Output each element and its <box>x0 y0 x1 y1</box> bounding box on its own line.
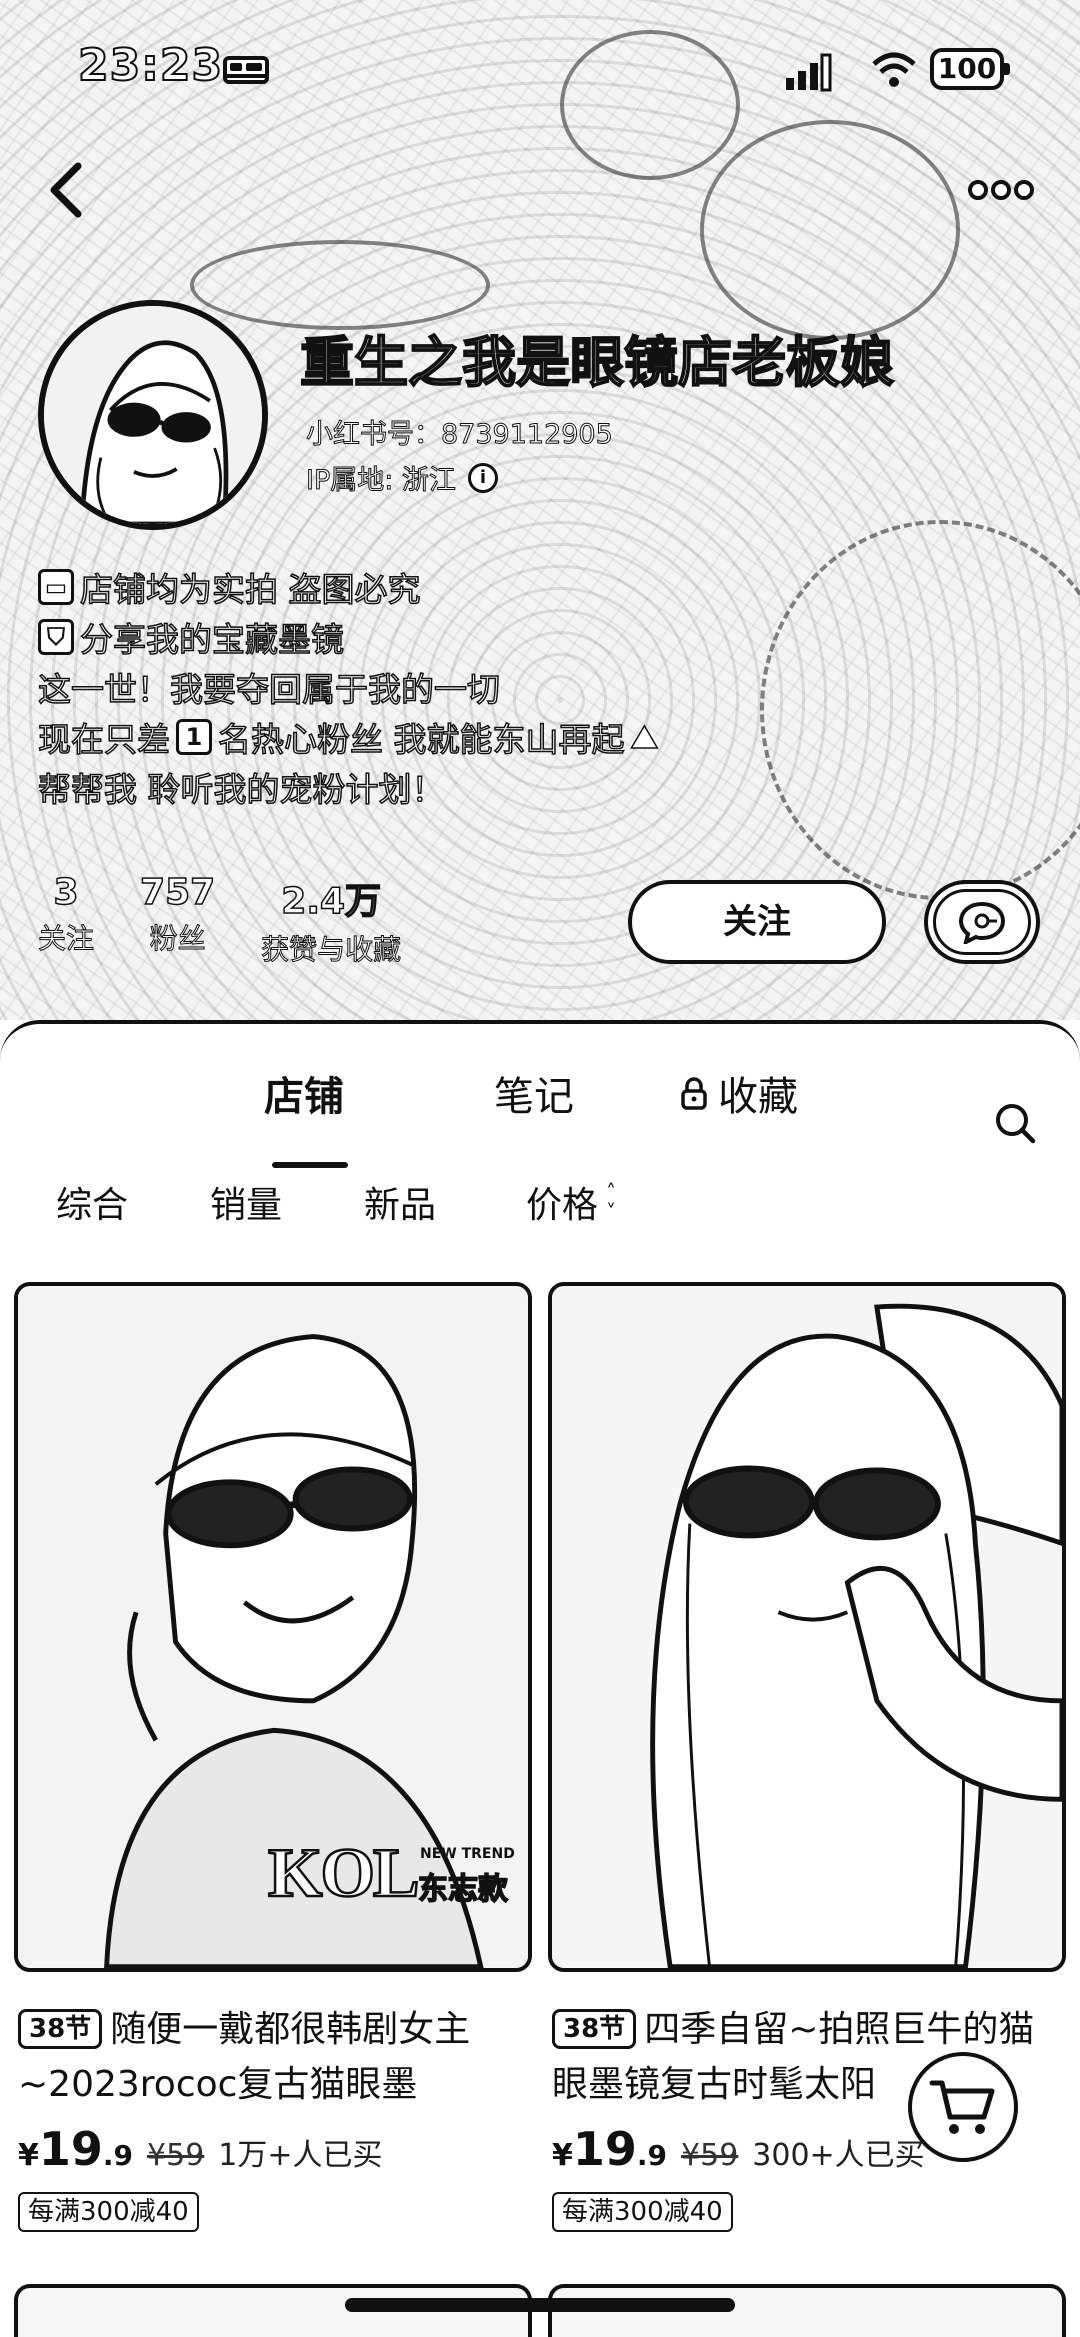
battery-indicator: 100 <box>930 48 1010 90</box>
follow-button[interactable]: 关注 <box>628 880 886 964</box>
bag-emoji-icon: ⛉ <box>38 619 74 655</box>
sort-label: 销量 <box>210 1185 283 1226</box>
avatar-portrait-icon <box>44 306 262 524</box>
lock-icon <box>681 1077 707 1110</box>
bio-text: 帮帮我 聆听我的宠粉计划！ <box>37 769 445 810</box>
stat-label: 获赞与收藏 <box>261 933 402 967</box>
sort-sales[interactable]: 销量 <box>210 1176 282 1228</box>
search-icon[interactable] <box>994 1102 1036 1144</box>
product-image[interactable]: KOL NEW TREND 东志款 <box>14 1282 532 1972</box>
sort-label: 价格 <box>526 1185 599 1226</box>
active-tab-indicator <box>272 1162 348 1168</box>
status-time: 23:23 <box>77 39 224 92</box>
sleep-mode-icon <box>223 56 269 84</box>
profile-bio: ▭ 店铺均为实拍 盗图必究 ⛉ 分享我的宝藏墨镜 这一世！我要夺回属于我的一切 … <box>37 562 1038 812</box>
tab-bar: 店铺 笔记 收藏 <box>0 1064 1080 1168</box>
profile-id: 小红书号：8739112905 <box>306 419 614 451</box>
product-price: ¥19.9 <box>18 2122 134 2176</box>
bio-text: 店铺均为实拍 盗图必究 <box>79 569 421 610</box>
discount-tag: 每满300减40 <box>552 2192 733 2232</box>
product-overlay-tag: NEW TREND <box>420 1846 515 1862</box>
sort-price[interactable]: 价格 ˄ ˅ <box>526 1176 616 1228</box>
profile-name: 重生之我是眼镜店老板娘 <box>299 330 895 395</box>
profile-ip-location: IP属地: 浙江 i <box>306 458 498 497</box>
mountain-emoji-icon: ⛰ <box>630 716 659 757</box>
bio-text: 这一世！我要夺回属于我的一切 <box>37 669 501 710</box>
product-overlay-subtitle: 东志款 <box>417 1871 509 1908</box>
wifi-icon <box>872 52 916 87</box>
stat-number: 3 <box>53 871 80 914</box>
photo-emoji-icon: ▭ <box>38 569 74 605</box>
sort-bar: 综合 销量 新品 价格 ˄ ˅ <box>0 1176 1080 1236</box>
stat-following[interactable]: 3 关注 <box>37 871 95 968</box>
bio-line: ⛉ 分享我的宝藏墨镜 <box>38 612 1038 662</box>
number-one-emoji-icon: 1 <box>176 719 212 755</box>
sort-overall[interactable]: 综合 <box>56 1176 128 1228</box>
product-photo-icon <box>552 1287 1062 1968</box>
tab-label: 收藏 <box>718 1074 798 1120</box>
stat-followers[interactable]: 757 粉丝 <box>139 871 216 968</box>
product-card[interactable]: KOL NEW TREND 东志款 38节 随便一戴都很韩剧女主~2023roco… <box>14 1282 532 2232</box>
original-price: ¥59 <box>147 2138 205 2173</box>
product-title[interactable]: 38节 随便一戴都很韩剧女主~2023rococ复古猫眼墨 <box>14 2002 532 2112</box>
tab-collections[interactable]: 收藏 <box>680 1064 798 1122</box>
product-price: ¥19.9 <box>552 2122 668 2176</box>
bio-text: 现在只差 <box>37 719 171 760</box>
bio-line: 帮帮我 聆听我的宠粉计划！ <box>37 762 1038 812</box>
profile-stats: 3 关注 757 粉丝 2.4万 获赞与收藏 <box>37 871 402 968</box>
stat-label: 关注 <box>37 922 95 956</box>
promo-badge: 38节 <box>18 2009 103 2049</box>
tab-label: 笔记 <box>494 1074 574 1120</box>
sold-count: 300+人已买 <box>752 2138 925 2173</box>
discount-tag: 每满300减40 <box>18 2192 199 2232</box>
shopping-cart-icon <box>929 2080 995 2134</box>
product-image[interactable] <box>548 1282 1066 1972</box>
stat-label: 粉丝 <box>149 922 206 956</box>
sort-new[interactable]: 新品 <box>364 1176 436 1228</box>
status-bar: 23:23 100 <box>0 39 1080 110</box>
bio-text: 名热心粉丝 我就能东山再起 <box>217 719 625 760</box>
product-overlay-title: KOL <box>267 1834 421 1914</box>
background-photo-shape <box>190 240 490 330</box>
sort-arrows-icon: ˄ ˅ <box>606 1180 617 1224</box>
info-icon[interactable]: i <box>467 462 498 493</box>
bio-line: 现在只差 1 名热心粉丝 我就能东山再起 ⛰ <box>37 712 1038 762</box>
bio-line: ▭ 店铺均为实拍 盗图必究 <box>38 562 1038 612</box>
bio-text: 分享我的宝藏墨镜 <box>79 619 345 660</box>
price-row: ¥19.9 ¥59 1万+人已买 <box>14 2122 532 2176</box>
profile-header: 23:23 100 重生之我是眼镜店老板娘 小红书号：8739112905 IP… <box>0 0 1080 1020</box>
signal-icon <box>786 53 832 92</box>
promo-badge: 38节 <box>552 2009 637 2049</box>
avatar[interactable] <box>38 300 268 530</box>
back-arrow-icon[interactable] <box>44 160 88 220</box>
stat-likes-collects[interactable]: 2.4万 获赞与收藏 <box>261 872 402 968</box>
message-button[interactable] <box>924 880 1040 964</box>
bio-line: 这一世！我要夺回属于我的一切 <box>37 662 1038 712</box>
chat-bubble-icon <box>958 901 1006 944</box>
background-photo-shape <box>700 120 960 340</box>
home-indicator[interactable] <box>345 2298 735 2312</box>
tab-notes[interactable]: 笔记 <box>494 1064 574 1122</box>
stat-number: 2.4万 <box>281 880 382 923</box>
original-price: ¥59 <box>681 2138 739 2173</box>
tab-label: 店铺 <box>264 1074 344 1120</box>
shopping-cart-button[interactable] <box>908 2052 1018 2162</box>
stat-number: 757 <box>139 871 216 914</box>
sort-label: 综合 <box>56 1185 129 1226</box>
sort-label: 新品 <box>364 1185 437 1226</box>
tab-store[interactable]: 店铺 <box>264 1064 344 1122</box>
more-options-icon[interactable] <box>966 178 1036 202</box>
sold-count: 1万+人已买 <box>218 2138 383 2173</box>
ip-location-text: IP属地: 浙江 <box>306 465 457 497</box>
